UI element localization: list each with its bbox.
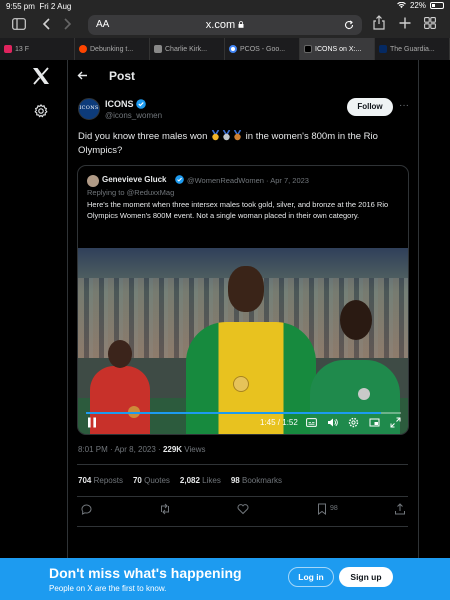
x-favicon xyxy=(304,45,312,53)
likes-stat[interactable]: 2,082 Likes xyxy=(180,476,221,485)
login-button[interactable]: Log in xyxy=(288,567,334,587)
video-athlete-right-head xyxy=(340,300,372,340)
wifi-icon xyxy=(397,2,406,9)
battery-icon xyxy=(430,2,444,9)
fullscreen-icon[interactable] xyxy=(390,417,401,428)
post-text: Did you know three males won in the wome… xyxy=(78,130,378,156)
page-title: Post xyxy=(109,69,136,83)
reposts-stat[interactable]: 704 Reposts xyxy=(78,476,123,485)
pause-icon[interactable] xyxy=(87,417,97,428)
verified-badge-icon xyxy=(136,99,146,109)
divider xyxy=(77,526,408,527)
back-arrow-icon[interactable] xyxy=(77,71,88,80)
author-avatar[interactable]: ICONS xyxy=(78,98,100,120)
new-tab-icon[interactable] xyxy=(399,17,411,29)
post-timestamp: 8:01 PM · Apr 8, 2023 · 229K Views xyxy=(78,445,206,454)
divider xyxy=(77,464,408,465)
video-controls: 1:45 / 1:52 xyxy=(78,408,408,434)
quoted-author-avatar[interactable] xyxy=(87,175,99,187)
share-icon[interactable] xyxy=(373,15,385,30)
url-text: x.com xyxy=(88,19,362,31)
status-time: 9:55 pm Fri 2 Aug xyxy=(6,2,72,11)
status-right: 22% xyxy=(397,1,444,10)
tab-guardian[interactable]: The Guardia... xyxy=(375,38,450,60)
settings-gear-icon[interactable] xyxy=(348,417,359,428)
quoted-text: Here's the moment when three intersex ma… xyxy=(87,200,389,220)
quoted-post[interactable]: Genevieve Gluck @WomenReadWomen · Apr 7,… xyxy=(77,165,409,435)
tab-bar: 13 F Debunking t... Charlie Kirk... PCOS… xyxy=(0,38,450,60)
medal-emoji-icon xyxy=(233,130,242,141)
tab-favicon xyxy=(4,45,12,53)
reload-icon[interactable] xyxy=(344,20,354,30)
browser-toolbar: AA x.com xyxy=(0,12,450,38)
video-progress-fill xyxy=(86,412,382,414)
verified-badge-icon xyxy=(175,175,184,184)
engagement-stats: 704 Reposts 70 Quotes 2,082 Likes 98 Boo… xyxy=(78,476,282,485)
video-medal-silver xyxy=(358,388,370,400)
reply-icon[interactable] xyxy=(80,503,92,515)
author-name[interactable]: ICONS xyxy=(105,99,134,109)
lock-icon xyxy=(238,21,244,28)
signup-banner: Don't miss what's happening People on X … xyxy=(0,558,450,600)
more-options-icon[interactable]: ··· xyxy=(399,100,409,111)
sidebar-icon[interactable] xyxy=(12,18,26,30)
video-athlete-center-head xyxy=(228,266,264,312)
settings-gear-icon[interactable] xyxy=(34,104,48,118)
address-bar[interactable]: AA x.com xyxy=(88,15,362,35)
tab-charlie-kirk[interactable]: Charlie Kirk... xyxy=(150,38,225,60)
share-icon[interactable] xyxy=(394,503,406,515)
status-bar: 9:55 pm Fri 2 Aug 22% xyxy=(0,0,450,12)
tab-pcos-google[interactable]: PCOS - Goo... xyxy=(225,38,300,60)
battery-percent: 22% xyxy=(409,1,426,10)
x-logo-icon[interactable] xyxy=(31,66,51,86)
video-time: 1:45 / 1:52 xyxy=(260,418,298,427)
banner-subtitle: People on X are the first to know. xyxy=(49,584,167,593)
bookmark-count: 98 xyxy=(330,505,338,512)
video-player[interactable]: 1:45 / 1:52 xyxy=(78,248,408,434)
left-nav xyxy=(0,60,68,558)
repost-icon[interactable] xyxy=(159,503,171,515)
back-icon[interactable] xyxy=(42,18,50,30)
captions-icon[interactable] xyxy=(306,417,317,428)
tab-overview-icon[interactable] xyxy=(424,17,436,29)
tab-debunking[interactable]: Debunking t... xyxy=(75,38,150,60)
banner-title: Don't miss what's happening xyxy=(49,565,242,581)
video-progress-bar[interactable] xyxy=(86,412,401,414)
like-heart-icon[interactable] xyxy=(237,503,249,515)
forward-icon[interactable] xyxy=(64,18,72,30)
bookmarks-stat[interactable]: 98 Bookmarks xyxy=(231,476,282,485)
google-icon xyxy=(229,45,237,53)
follow-button[interactable]: Follow xyxy=(347,98,393,116)
replying-to: Replying to @ReduxxMag xyxy=(87,188,175,197)
medal-emoji-icon xyxy=(211,130,220,141)
tab-13f[interactable]: 13 F xyxy=(0,38,75,60)
signup-button[interactable]: Sign up xyxy=(339,567,393,587)
quoted-author-handle: @WomenReadWomen · Apr 7, 2023 xyxy=(187,176,309,185)
quoted-author-name[interactable]: Genevieve Gluck xyxy=(102,175,166,184)
volume-icon[interactable] xyxy=(327,417,338,428)
guardian-icon xyxy=(379,45,387,53)
divider xyxy=(77,496,408,497)
video-medal-gold xyxy=(233,376,249,392)
quotes-stat[interactable]: 70 Quotes xyxy=(133,476,170,485)
picture-in-picture-icon[interactable] xyxy=(369,417,380,428)
medal-emoji-icon xyxy=(222,130,231,141)
bookmark-icon[interactable] xyxy=(316,503,328,515)
video-athlete-left-head xyxy=(108,340,132,368)
reddit-icon xyxy=(79,45,87,53)
column-divider xyxy=(418,60,419,558)
tab-favicon xyxy=(154,45,162,53)
tab-icons-on-x[interactable]: ICONS on X:... xyxy=(300,38,375,60)
views-count: 229K xyxy=(162,445,183,454)
author-handle[interactable]: @icons_women xyxy=(105,111,162,120)
action-bar: 98 xyxy=(77,503,408,519)
